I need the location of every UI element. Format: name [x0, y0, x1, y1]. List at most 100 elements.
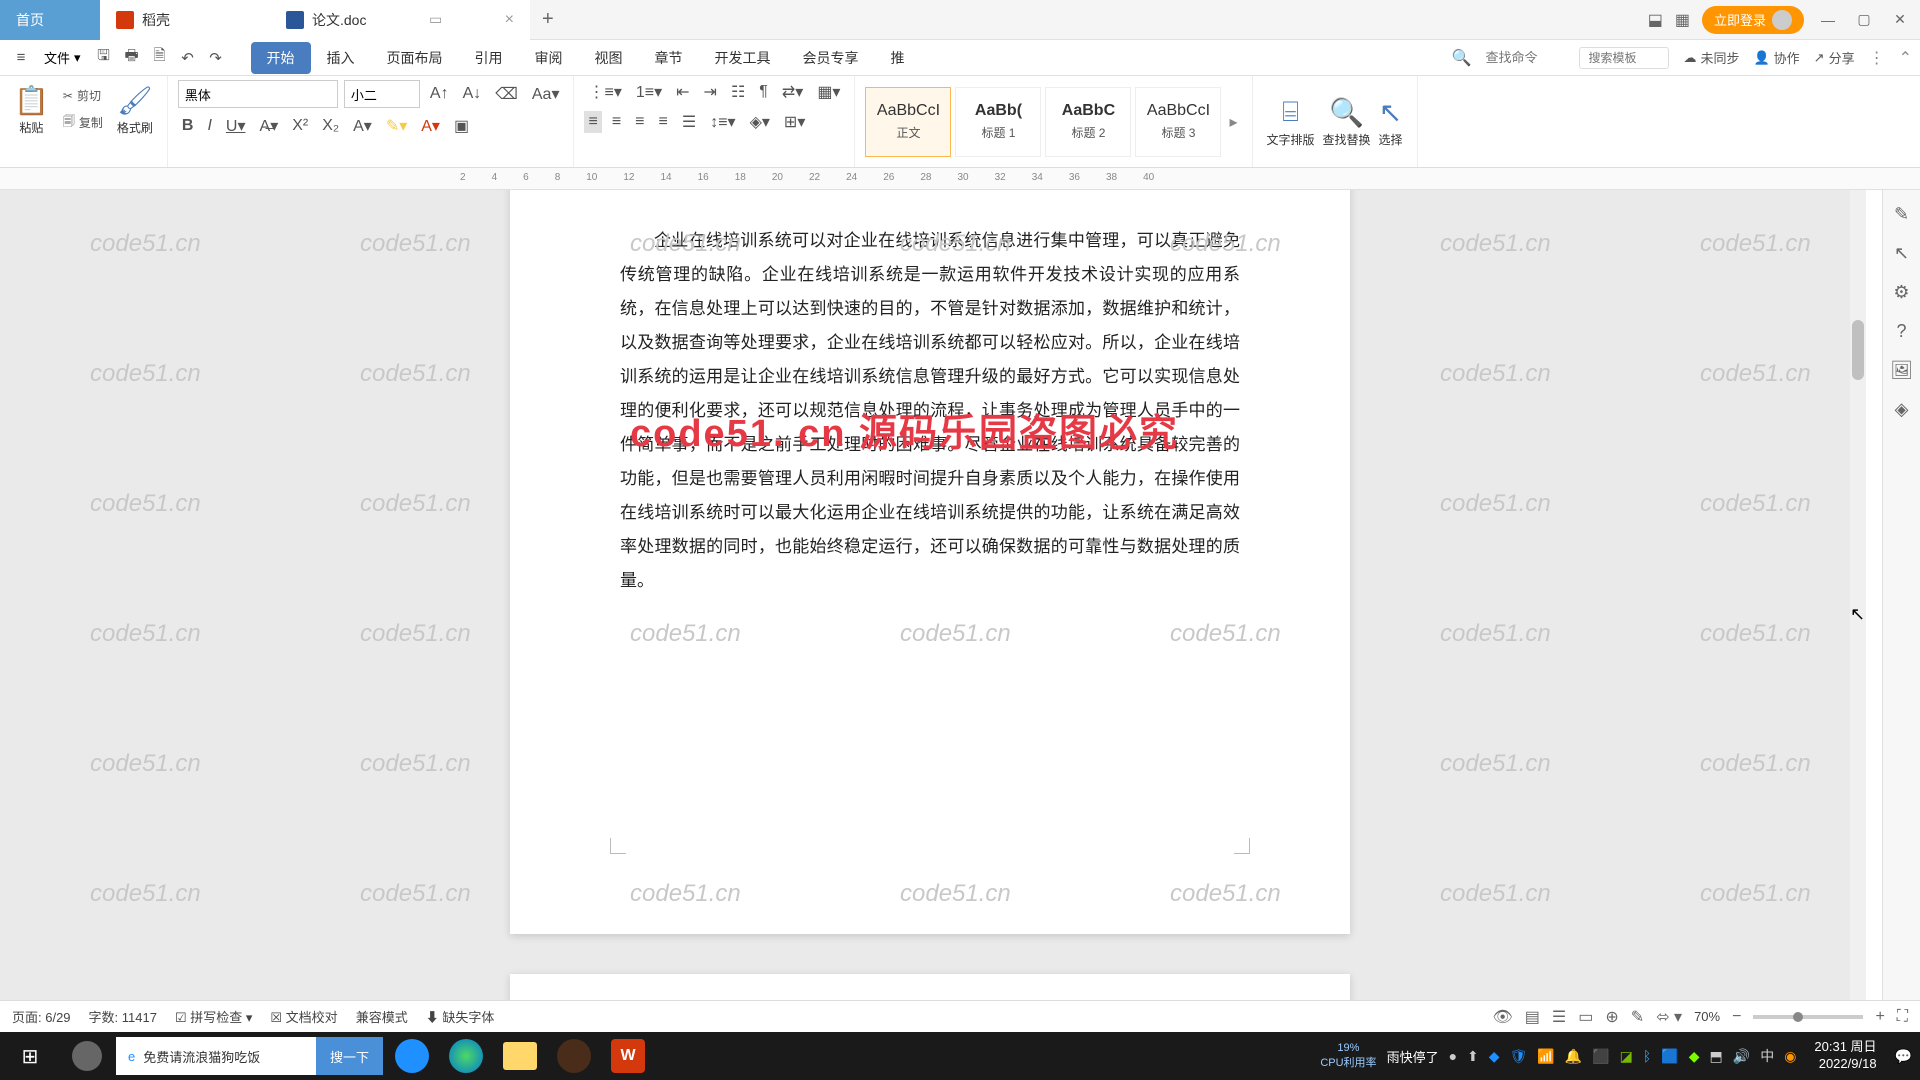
- format-painter-button[interactable]: 🖌格式刷: [113, 80, 157, 140]
- tab-more[interactable]: 推: [875, 42, 921, 74]
- notifications-icon[interactable]: 💬: [1895, 1048, 1912, 1065]
- tab-docer[interactable]: 稻壳: [100, 0, 270, 40]
- style-h1[interactable]: AaBb(标题 1: [955, 87, 1041, 157]
- collapse-ribbon-icon[interactable]: ⌃: [1899, 48, 1912, 68]
- tray-icon[interactable]: ⬆: [1467, 1048, 1479, 1065]
- tray-icon[interactable]: ◉: [1784, 1048, 1796, 1065]
- underline-button[interactable]: U▾: [222, 114, 250, 138]
- tray-icon[interactable]: ◪: [1620, 1048, 1633, 1065]
- close-window-button[interactable]: ✕: [1888, 8, 1912, 32]
- zoom-slider[interactable]: [1753, 1015, 1863, 1019]
- view-outline-icon[interactable]: ☰: [1552, 1007, 1566, 1027]
- diamond-icon[interactable]: ◈: [1895, 399, 1909, 420]
- para-border-button[interactable]: ⊞▾: [780, 110, 809, 134]
- subscript-button[interactable]: X₂: [318, 115, 343, 137]
- word-count[interactable]: 字数: 11417: [89, 1007, 157, 1026]
- tab-window-icon[interactable]: ▭: [429, 11, 442, 28]
- tab-view[interactable]: 视图: [579, 42, 639, 74]
- style-h2[interactable]: AaBbC标题 2: [1045, 87, 1131, 157]
- tab-devtools[interactable]: 开发工具: [699, 42, 787, 74]
- share-button[interactable]: ↗ 分享: [1814, 48, 1855, 67]
- tab-member[interactable]: 会员专享: [787, 42, 875, 74]
- decrease-font-icon[interactable]: A↓: [459, 83, 486, 105]
- minimize-button[interactable]: —: [1816, 8, 1840, 32]
- style-body[interactable]: AaBbCcI正文: [865, 87, 951, 157]
- tray-icon[interactable]: ⬛: [1592, 1048, 1609, 1065]
- spellcheck-toggle[interactable]: ☑ 拼写检查 ▾: [175, 1007, 252, 1026]
- font-name-select[interactable]: [178, 80, 338, 108]
- text-effects-button[interactable]: A▾: [349, 114, 376, 138]
- styles-more-icon[interactable]: ▸: [1225, 112, 1241, 132]
- clear-format-icon[interactable]: ⌫: [491, 82, 522, 106]
- change-case-icon[interactable]: Aa▾: [528, 82, 564, 106]
- edit-icon[interactable]: ✎: [1631, 1007, 1644, 1027]
- bold-button[interactable]: B: [178, 115, 198, 137]
- fit-width-icon[interactable]: ⬄ ▾: [1656, 1007, 1682, 1027]
- view-web-icon[interactable]: ⊕: [1605, 1007, 1618, 1027]
- chevron-down-icon[interactable]: ⋮: [1869, 48, 1885, 68]
- grid-layout-icon[interactable]: ⬓: [1648, 10, 1663, 30]
- tray-icon[interactable]: 🟦: [1661, 1048, 1678, 1065]
- tray-icon[interactable]: ◆: [1489, 1048, 1500, 1065]
- proofread-button[interactable]: ☒ 文档校对: [270, 1007, 337, 1026]
- undo-icon[interactable]: ↶: [175, 45, 201, 71]
- hamburger-icon[interactable]: ≡: [8, 45, 34, 71]
- scroll-thumb[interactable]: [1852, 320, 1864, 380]
- sort-button[interactable]: ☷: [727, 80, 749, 104]
- numbering-button[interactable]: 1≡▾: [632, 80, 666, 104]
- text-layout-button[interactable]: ⌸文字排版: [1263, 92, 1319, 152]
- tray-icon[interactable]: ●: [1449, 1048, 1457, 1064]
- tabs-button[interactable]: ⇄▾: [778, 80, 807, 104]
- tab-document[interactable]: 论文.doc ▭ ×: [270, 0, 530, 40]
- tray-icon[interactable]: 🛡: [1510, 1048, 1528, 1065]
- justify-button[interactable]: ≡: [655, 111, 672, 133]
- font-color-button[interactable]: A▾: [417, 114, 444, 138]
- eye-icon[interactable]: 👁: [1492, 1007, 1512, 1027]
- image-tool-icon[interactable]: 🖼: [1890, 360, 1913, 381]
- show-marks-button[interactable]: ¶: [755, 81, 772, 103]
- increase-font-icon[interactable]: A↑: [426, 83, 453, 105]
- char-shading-button[interactable]: ▣: [450, 114, 473, 138]
- pencil-icon[interactable]: ✎: [1894, 204, 1909, 225]
- shading-button[interactable]: ◈▾: [746, 110, 774, 134]
- tray-icon[interactable]: ⬒: [1710, 1048, 1723, 1065]
- page-indicator[interactable]: 页面: 6/29: [12, 1007, 71, 1026]
- preview-icon[interactable]: 🗎: [147, 45, 173, 71]
- clock[interactable]: 20:31 周日2022/9/18: [1806, 1039, 1884, 1073]
- save-icon[interactable]: 🖫: [91, 45, 117, 71]
- tab-home[interactable]: 首页: [0, 0, 100, 40]
- zoom-in-button[interactable]: +: [1875, 1008, 1884, 1026]
- apps-icon[interactable]: ▦: [1675, 10, 1690, 30]
- italic-button[interactable]: I: [203, 115, 215, 137]
- edge-button[interactable]: [439, 1032, 493, 1080]
- copilot-button[interactable]: [60, 1032, 114, 1080]
- tray-icon[interactable]: ◆: [1689, 1048, 1700, 1065]
- tab-chapter[interactable]: 章节: [639, 42, 699, 74]
- start-button[interactable]: ⊞: [0, 1032, 60, 1080]
- decrease-indent-button[interactable]: ⇤: [672, 80, 693, 104]
- wps-button[interactable]: W: [601, 1032, 655, 1080]
- cursor-icon[interactable]: ↖: [1894, 243, 1909, 264]
- bluetooth-icon[interactable]: ᛒ: [1643, 1048, 1651, 1064]
- help-icon[interactable]: ?: [1896, 321, 1906, 342]
- tab-insert[interactable]: 插入: [311, 42, 371, 74]
- zoom-thumb[interactable]: [1793, 1012, 1803, 1022]
- tab-review[interactable]: 审阅: [519, 42, 579, 74]
- increase-indent-button[interactable]: ⇥: [700, 80, 721, 104]
- align-center-button[interactable]: ≡: [608, 111, 625, 133]
- highlight-button[interactable]: ✎▾: [382, 114, 411, 138]
- maximize-button[interactable]: ▢: [1852, 8, 1876, 32]
- font-size-select[interactable]: [344, 80, 420, 108]
- cpu-meter[interactable]: 19%CPU利用率: [1320, 1042, 1376, 1070]
- wifi-icon[interactable]: 📶: [1537, 1048, 1554, 1065]
- collab-button[interactable]: 👤 协作: [1753, 48, 1799, 67]
- taskbar-search[interactable]: e免费请流浪猫狗吃饭 搜一下: [116, 1037, 383, 1075]
- align-right-button[interactable]: ≡: [631, 111, 648, 133]
- cut-button[interactable]: ✂ 剪切: [59, 85, 107, 106]
- search-template-input[interactable]: [1579, 47, 1669, 69]
- close-icon[interactable]: ×: [505, 11, 514, 29]
- view-read-icon[interactable]: ▭: [1578, 1007, 1593, 1027]
- zoom-level[interactable]: 70%: [1694, 1009, 1720, 1024]
- sync-status[interactable]: ☁ 未同步: [1683, 48, 1739, 67]
- superscript-button[interactable]: X²: [288, 115, 312, 137]
